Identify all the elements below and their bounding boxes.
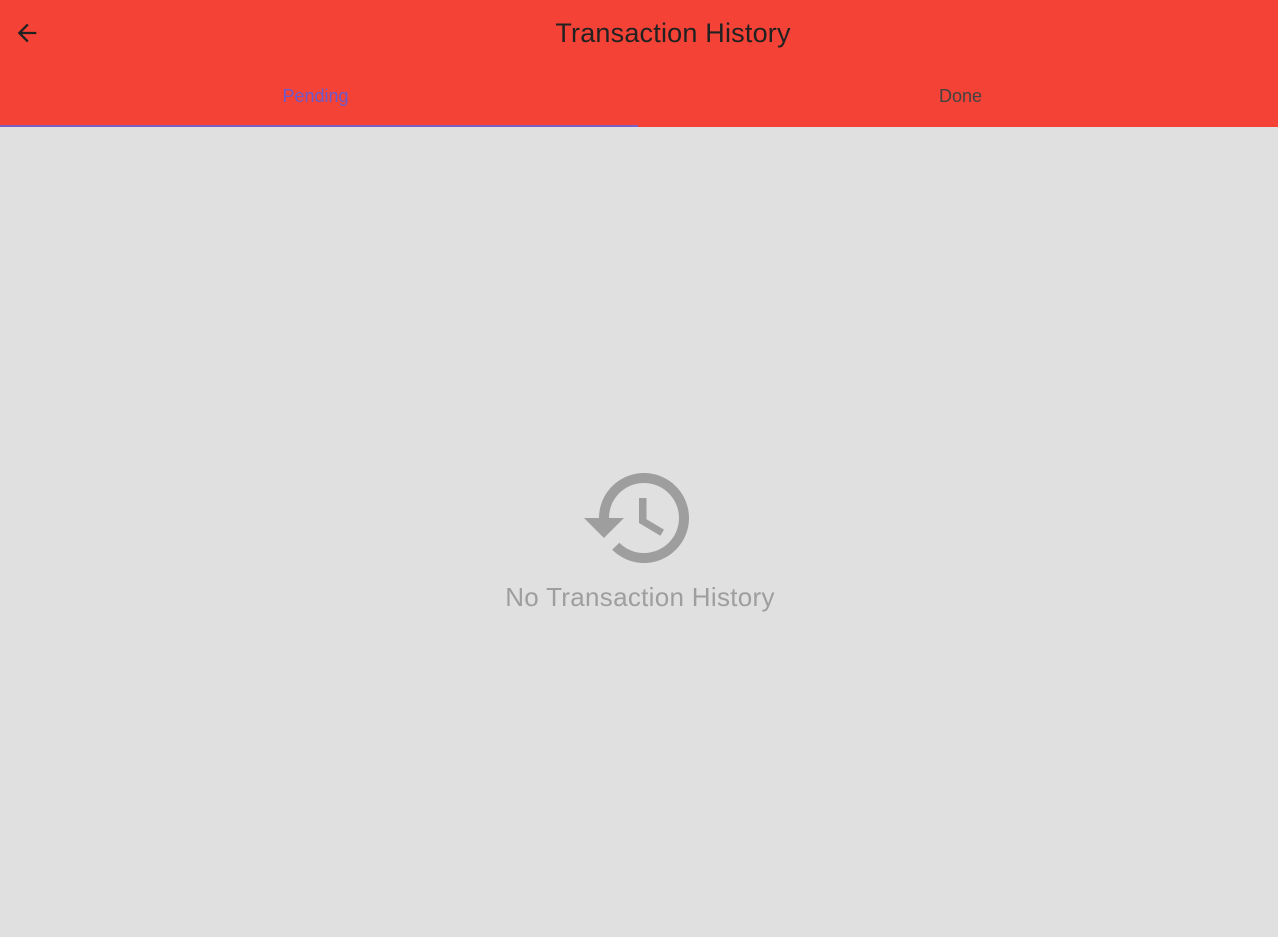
tab-done[interactable]: Done (639, 66, 1278, 127)
history-icon (584, 473, 689, 563)
page-title: Transaction History (555, 18, 791, 48)
tab-bar: Pending Done (0, 66, 1278, 127)
empty-state-message: No Transaction History (505, 582, 775, 612)
app-bar: Transaction History Pending Done (0, 0, 1278, 127)
empty-state: No Transaction History (0, 466, 1278, 613)
tab-indicator (0, 125, 638, 127)
tab-done-label: Done (938, 86, 983, 106)
tab-pending-label: Pending (282, 86, 349, 106)
tab-pending[interactable]: Pending (0, 66, 639, 127)
